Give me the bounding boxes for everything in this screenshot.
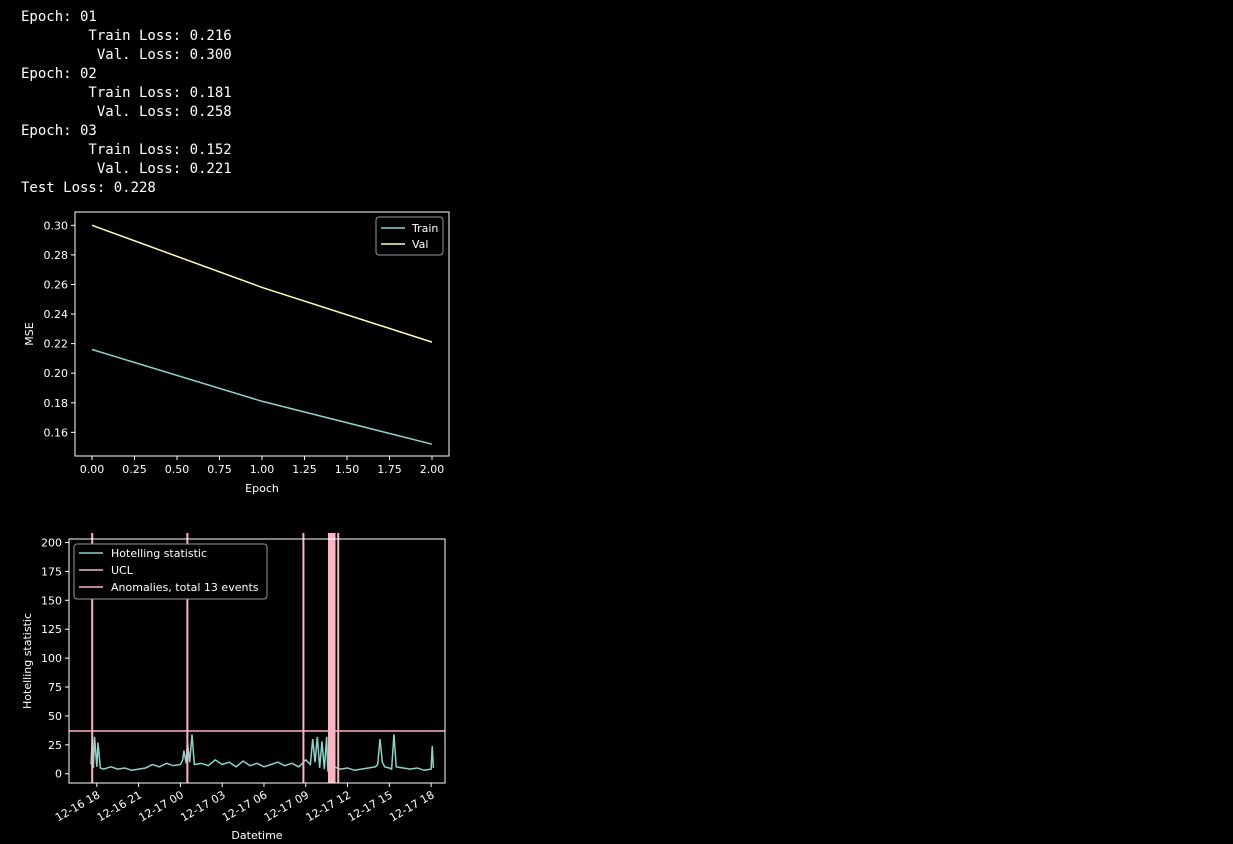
x-tick-label: 12-17 09 [262, 788, 311, 824]
y-tick-label: 0 [55, 768, 62, 781]
legend-label: Anomalies, total 13 events [111, 581, 259, 594]
x-tick-label: 12-17 03 [178, 788, 227, 824]
x-tick-label: 12-16 21 [95, 788, 144, 824]
y-tick-label: 150 [41, 594, 62, 607]
legend-label: Hotelling statistic [111, 547, 207, 560]
legend-label: UCL [111, 564, 134, 577]
y-tick-label: 175 [41, 565, 62, 578]
y-tick-label: 50 [48, 710, 62, 723]
x-tick-label: 12-17 00 [137, 788, 186, 824]
series-line-hotelling [90, 734, 435, 773]
x-tick-label: 12-17 12 [304, 788, 353, 824]
x-tick-label: 12-17 06 [220, 788, 269, 824]
x-axis-label: Datetime [231, 829, 282, 842]
y-tick-label: 25 [48, 739, 62, 752]
x-tick-label: 12-16 18 [53, 788, 102, 824]
x-tick-label: 12-17 15 [345, 788, 394, 824]
hotelling-chart: 025507510012515017520012-16 1812-16 2112… [21, 533, 446, 842]
y-tick-label: 125 [41, 623, 62, 636]
y-tick-label: 200 [41, 536, 62, 549]
y-axis-label: Hotelling statistic [21, 613, 34, 709]
y-tick-label: 75 [48, 681, 62, 694]
x-tick-label: 12-17 18 [387, 788, 436, 824]
y-tick-label: 100 [41, 652, 62, 665]
legend: Hotelling statistic UCL Anomalies, total 1… [73, 543, 268, 600]
